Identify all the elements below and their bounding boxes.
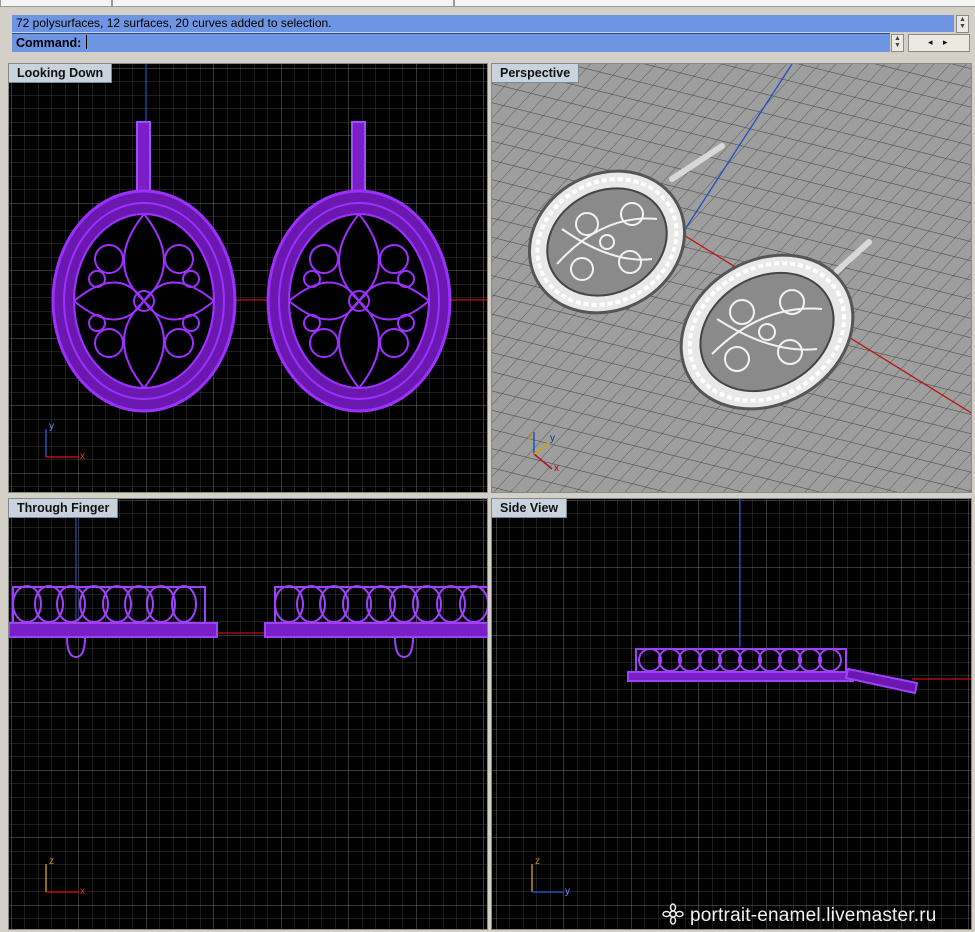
viewport-title[interactable]: Side View (492, 499, 568, 518)
viewport-title[interactable]: Perspective (492, 64, 580, 83)
watermark-text: portrait-enamel.livemaster.ru (690, 905, 937, 926)
arrow-left-icon[interactable]: ◂ (928, 37, 933, 48)
axis-label-y: y (565, 886, 570, 897)
flower-icon (662, 903, 684, 925)
earring-side-profile (531, 648, 919, 893)
earring-perspective-views (527, 143, 872, 470)
command-history: 72 polysurfaces, 12 surfaces, 20 curves … (12, 15, 954, 32)
axis-label-z: z (528, 431, 533, 442)
toolbar-tab[interactable] (112, 0, 454, 7)
toolbar-tab[interactable] (0, 0, 112, 7)
history-scrollbar[interactable]: ▲ ▼ (956, 15, 969, 33)
axis-label-z: z (535, 856, 540, 867)
earring-side-views (9, 585, 487, 893)
watermark: portrait-enamel.livemaster.ru (662, 903, 937, 927)
toolbar-tab[interactable] (454, 0, 975, 7)
axis-label-z: z (49, 856, 54, 867)
toolbar-strip (0, 0, 975, 10)
command-nav-buttons: ◂ ▸ (908, 34, 970, 52)
viewport-through-finger[interactable]: z x Through Finger (8, 498, 488, 930)
axis-label-x: x (80, 886, 85, 897)
command-caret (86, 35, 88, 49)
command-area: 72 polysurfaces, 12 surfaces, 20 curves … (0, 0, 975, 58)
viewport-title[interactable]: Through Finger (9, 499, 119, 518)
axis-label-y: y (550, 433, 555, 444)
viewport-title[interactable]: Looking Down (9, 64, 113, 83)
command-line[interactable]: Command: (12, 33, 890, 52)
viewport-looking-down[interactable]: y x Looking Down (8, 63, 488, 493)
axis-label-x: x (80, 451, 85, 462)
axis-label-x: x (554, 463, 559, 474)
viewport-side-view[interactable]: z y Side View (491, 498, 972, 930)
arrow-right-icon[interactable]: ▸ (943, 37, 948, 48)
command-prompt: Command: (16, 36, 82, 50)
command-spin-button[interactable]: ▲ ▼ (891, 34, 904, 52)
viewport-perspective[interactable]: y x z Perspective (491, 63, 972, 493)
earring-top-views (45, 121, 452, 458)
axis-label-y: y (49, 421, 54, 432)
